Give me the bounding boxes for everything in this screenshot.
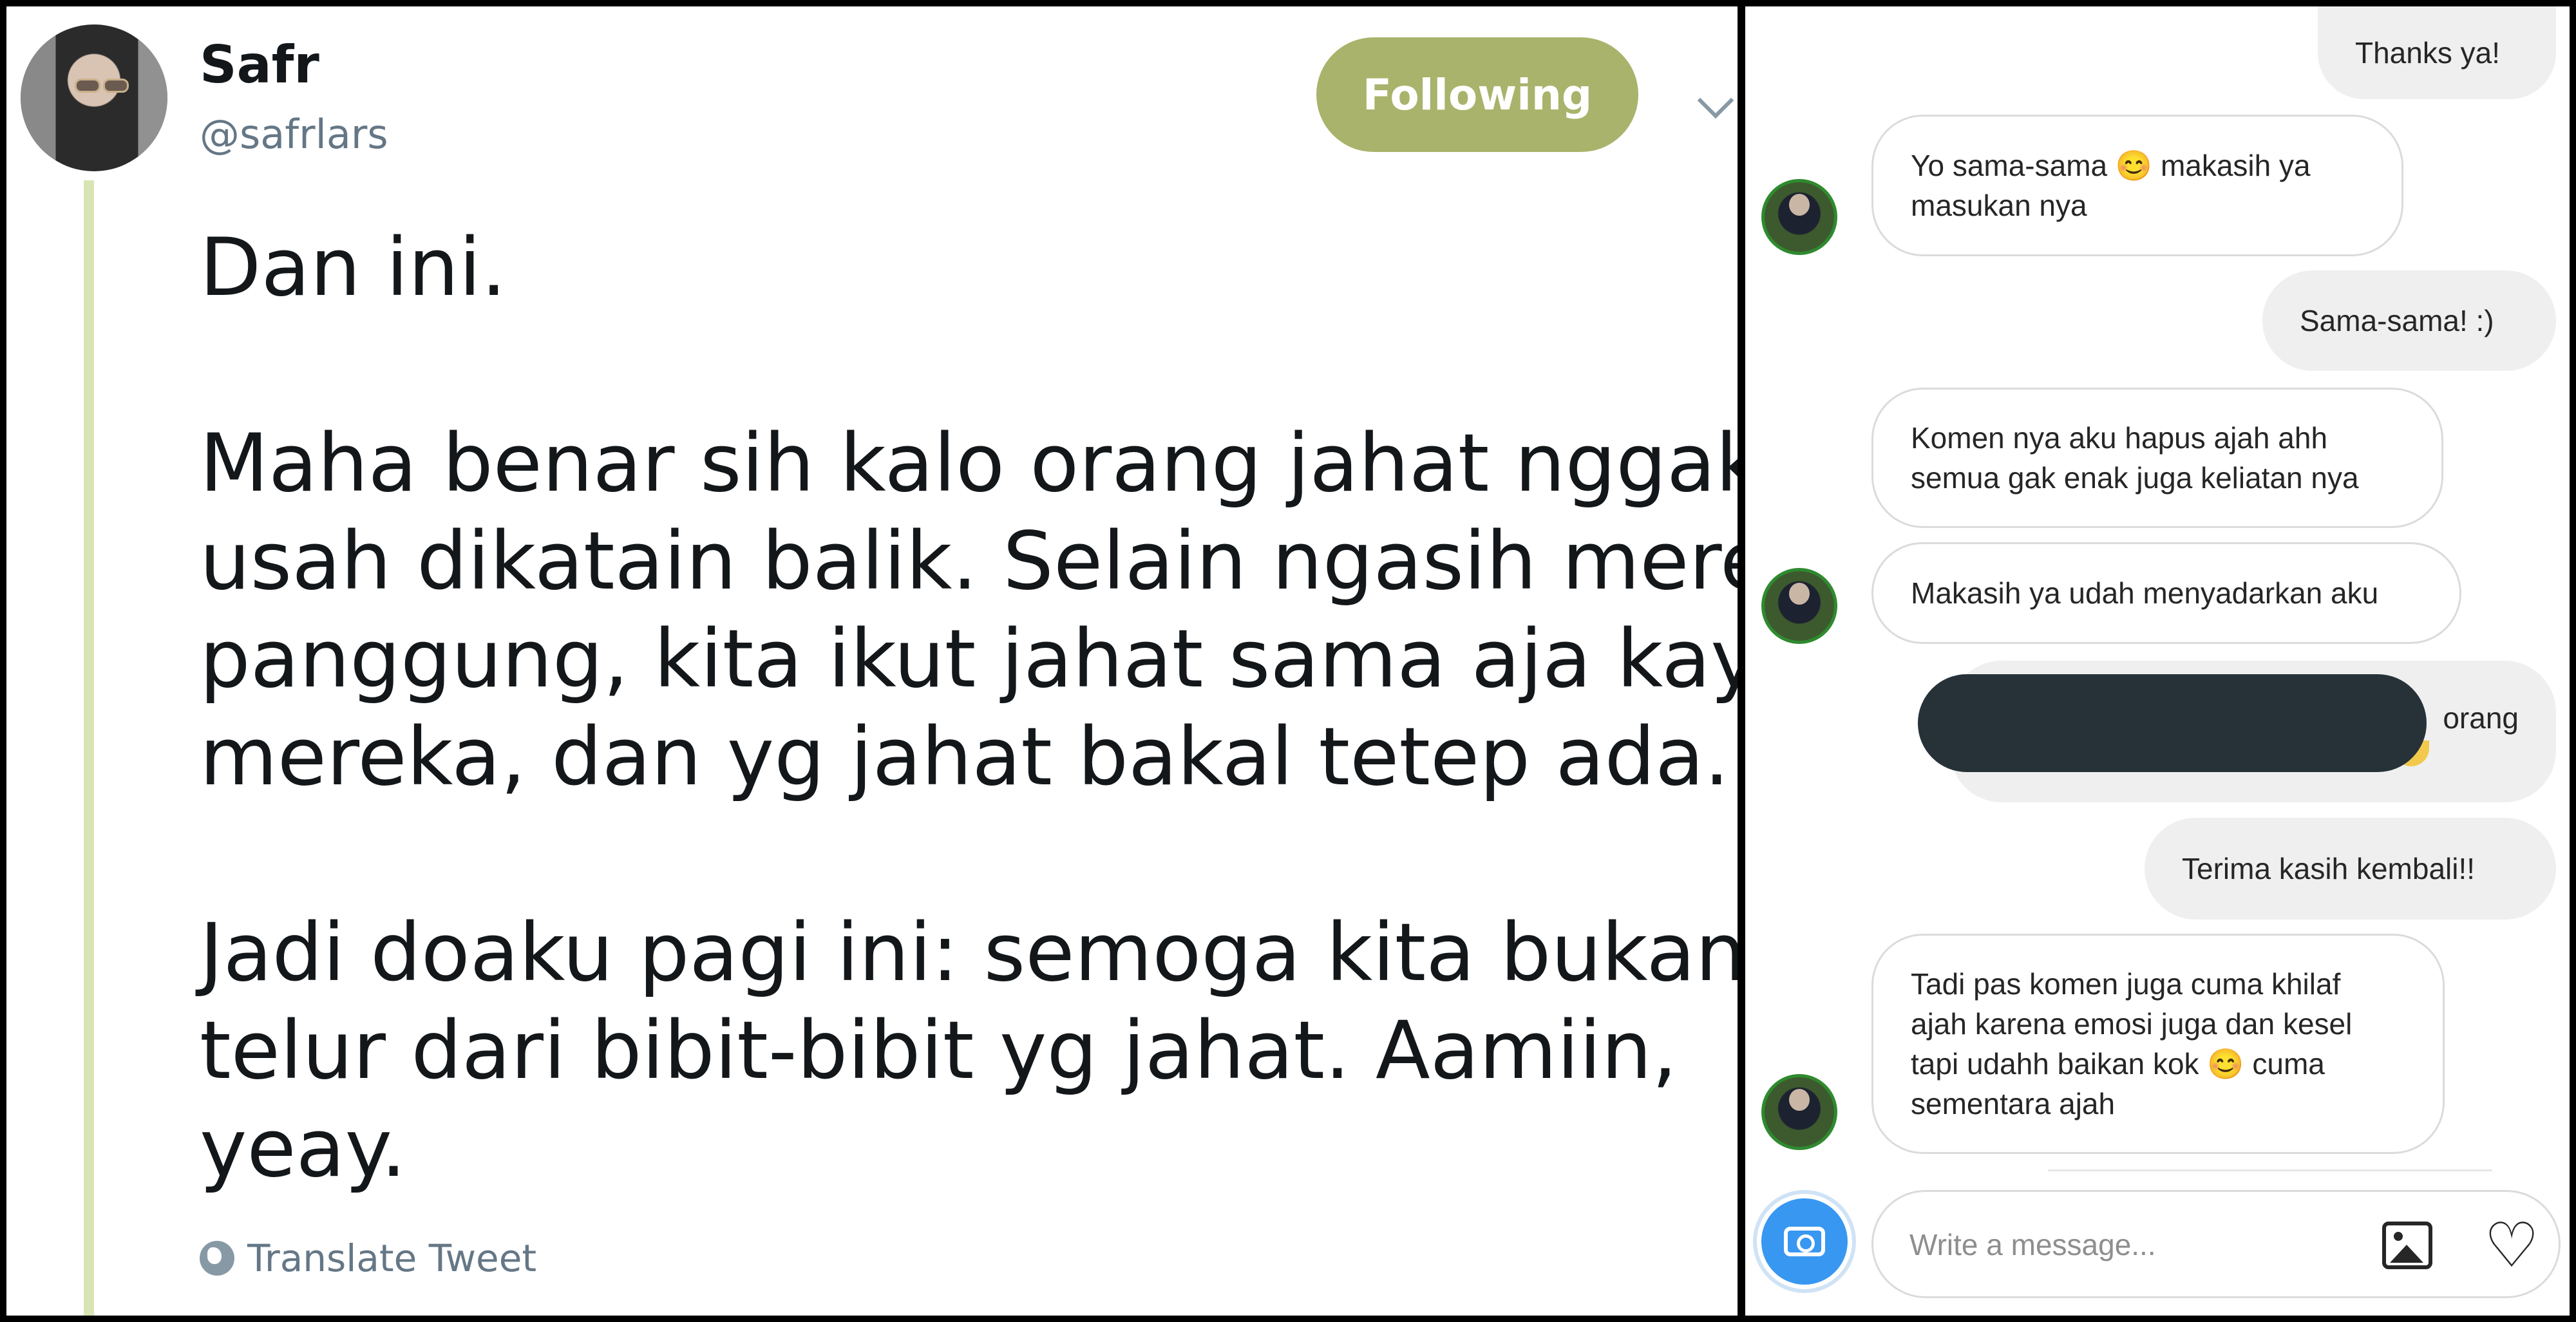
message-composer: ♡ <box>1871 1190 2561 1298</box>
thread-line <box>84 180 94 1316</box>
tweet-line: panggung, kita ikut jahat sama aja kaya <box>200 613 1738 706</box>
tweet-text: Dan ini. Maha benar sih kalo orang jahat… <box>200 219 1738 1198</box>
tweet-card: Safr @safrlars Following Dan ini. Maha b… <box>6 6 1738 1316</box>
tweet-line: usah dikatain balik. Selain ngasih merek… <box>200 515 1738 608</box>
message-bubble-sent[interactable]: Terima kasih kembali!! <box>2145 818 2556 920</box>
message-bubble-received[interactable]: Tadi pas komen juga cuma khilaf ajah kar… <box>1871 934 2445 1154</box>
tweet-line: Jadi doaku pagi ini: semoga kita bukan <box>200 907 1738 999</box>
author-name[interactable]: Safr <box>200 35 319 95</box>
author-handle[interactable]: @safrlars <box>200 111 388 158</box>
tweet-line: telur dari bibit-bibit yg jahat. Aamiin, <box>200 1005 1678 1097</box>
message-input[interactable] <box>1909 1220 2360 1269</box>
message-bubble-received[interactable]: Komen nya aku hapus ajah ahh semua gak e… <box>1871 388 2443 528</box>
translate-tweet-link[interactable]: Translate Tweet <box>200 1236 536 1280</box>
heart-icon[interactable]: ♡ <box>2484 1214 2539 1276</box>
message-bubble-received[interactable]: Makasih ya udah menyadarkan aku <box>1871 542 2461 644</box>
contact-avatar[interactable] <box>1761 179 1837 255</box>
contact-avatar[interactable] <box>1761 1074 1837 1150</box>
translate-label: Translate Tweet <box>247 1236 537 1280</box>
camera-button[interactable] <box>1753 1190 1856 1293</box>
message-bubble-sent[interactable]: Thanks ya! <box>2318 6 2556 99</box>
globe-icon <box>200 1241 234 1276</box>
message-bubble-received[interactable]: Yo sama-sama 😊 makasih ya masukan nya <box>1871 115 2403 256</box>
tweet-line: yeay. <box>200 1102 406 1195</box>
tweet-line: mereka, dan yg jahat bakal tetep ada. <box>200 711 1730 804</box>
dm-thread: Thanks ya! Yo sama-sama 😊 makasih ya mas… <box>1745 6 2570 1316</box>
chevron-down-icon[interactable] <box>1697 82 1734 119</box>
tweet-line: Dan ini. <box>200 222 507 314</box>
panel-divider <box>1738 0 1745 1322</box>
camera-icon <box>1784 1227 1825 1256</box>
author-avatar[interactable] <box>21 24 167 171</box>
contact-avatar[interactable] <box>1761 568 1837 644</box>
divider <box>2048 1169 2492 1171</box>
following-button[interactable]: Following <box>1316 37 1638 152</box>
message-bubble-sent[interactable]: Sama-sama! :) <box>2262 270 2556 371</box>
redaction-mark <box>1918 674 2427 772</box>
tweet-line: Maha benar sih kalo orang jahat nggak <box>200 417 1738 510</box>
gallery-icon[interactable] <box>2382 1222 2432 1269</box>
